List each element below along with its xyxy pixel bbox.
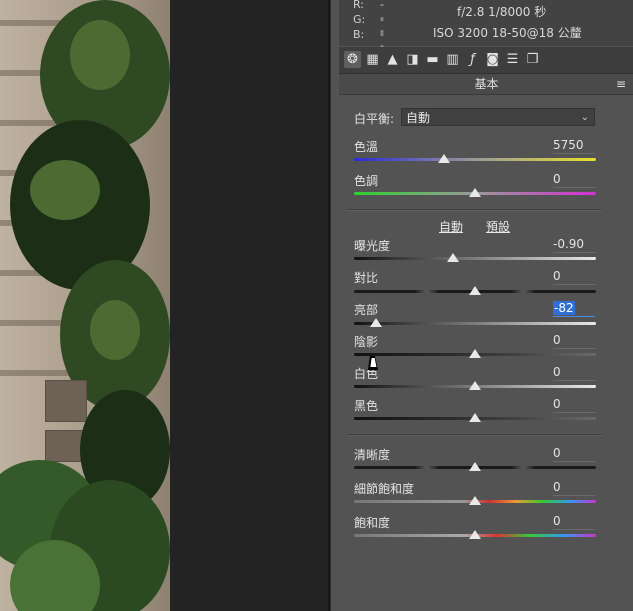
mouse-cursor-icon [368,356,380,370]
tint-label: 色調 [354,174,379,188]
lens-icon[interactable]: ▥ [444,51,461,68]
section-divider [347,434,602,436]
whites-value[interactable]: 0 [553,365,595,381]
rgb-readout-b: B:--- [353,28,384,67]
exposure-value[interactable]: -0.90 [553,237,595,253]
shadows-thumb[interactable] [469,349,481,358]
halves-icon[interactable]: ▬ [424,51,441,68]
building-window [45,380,87,422]
presets-icon[interactable]: ❐ [524,51,541,68]
rgb-readout-g: G: --- [353,13,384,52]
clarity-thumb[interactable] [469,462,481,471]
default-tone-link[interactable]: 預設 [486,218,510,235]
blacks-label: 黑色 [354,399,379,413]
auto-tone-link[interactable]: 自動 [439,218,463,235]
highlights-slider[interactable] [354,322,596,325]
aperture-icon[interactable]: ❂ [344,51,361,68]
contrast-thumb[interactable] [469,286,481,295]
temperature-value[interactable]: 5750 [553,138,595,154]
section-header: 基本 ≡ [339,74,633,95]
exposure-slider[interactable] [354,257,596,260]
clarity-value[interactable]: 0 [553,446,595,462]
section-divider [347,209,602,211]
info-bar: R:--- G:--- B:--- f/2.8 1/8000 秒 ISO 320… [339,0,633,67]
tree-foliage [30,160,100,220]
mountain-icon[interactable]: ▲ [384,51,401,68]
exif-aperture-shutter: f/2.8 1/8000 秒 [457,5,547,19]
split-icon[interactable]: ◨ [404,51,421,68]
highlights-value-selection: -82 [553,301,575,315]
temperature-label: 色溫 [354,140,379,154]
saturation-thumb[interactable] [469,530,481,539]
building-stripe [0,370,70,376]
tree-foliage [70,20,130,90]
blacks-thumb[interactable] [469,413,481,422]
canvas-gutter [170,0,330,611]
white-balance-value: 自動 [406,111,431,125]
contrast-label: 對比 [354,271,379,285]
exif-iso-lens: ISO 3200 18-50@18 公釐 [433,26,582,40]
vibrance-thumb[interactable] [469,496,481,505]
white-balance-select[interactable]: 自動 ⌄ [401,108,595,126]
tint-thumb[interactable] [469,188,481,197]
clarity-label: 清晰度 [354,448,391,462]
panel-toolbar: ❂ ▦ ▲ ◨ ▬ ▥ ƒ ◙ ☰ ❐ [339,47,633,74]
shadows-label: 陰影 [354,335,379,349]
tree-foliage [90,300,140,360]
photo-preview[interactable] [0,0,170,611]
saturation-label: 飽和度 [354,516,391,530]
shadows-value[interactable]: 0 [553,333,595,349]
chevron-down-icon: ⌄ [580,112,589,123]
whites-thumb[interactable] [469,381,481,390]
blacks-value[interactable]: 0 [553,397,595,413]
tint-value[interactable]: 0 [553,172,595,188]
camera-icon[interactable]: ◙ [484,51,501,68]
temperature-thumb[interactable] [437,154,450,163]
saturation-value[interactable]: 0 [553,514,595,530]
grid-icon[interactable]: ▦ [364,51,381,68]
fx-icon[interactable]: ƒ [464,51,481,68]
panel-menu-icon[interactable]: ≡ [616,74,626,94]
exposure-thumb[interactable] [447,253,460,262]
vibrance-value[interactable]: 0 [553,480,595,496]
highlights-label: 亮部 [354,303,379,317]
white-balance-label: 白平衡: [354,112,395,126]
highlights-thumb[interactable] [369,318,382,327]
section-title-text: 基本 [474,77,499,91]
vibrance-label: 細節飽和度 [354,482,415,496]
exposure-label: 曝光度 [354,239,391,253]
rgb-readout-r: R: --- [353,0,384,37]
highlights-value[interactable]: -82 [553,301,595,317]
contrast-value[interactable]: 0 [553,269,595,285]
sliders-icon[interactable]: ☰ [504,51,521,68]
temperature-slider[interactable] [354,158,596,161]
